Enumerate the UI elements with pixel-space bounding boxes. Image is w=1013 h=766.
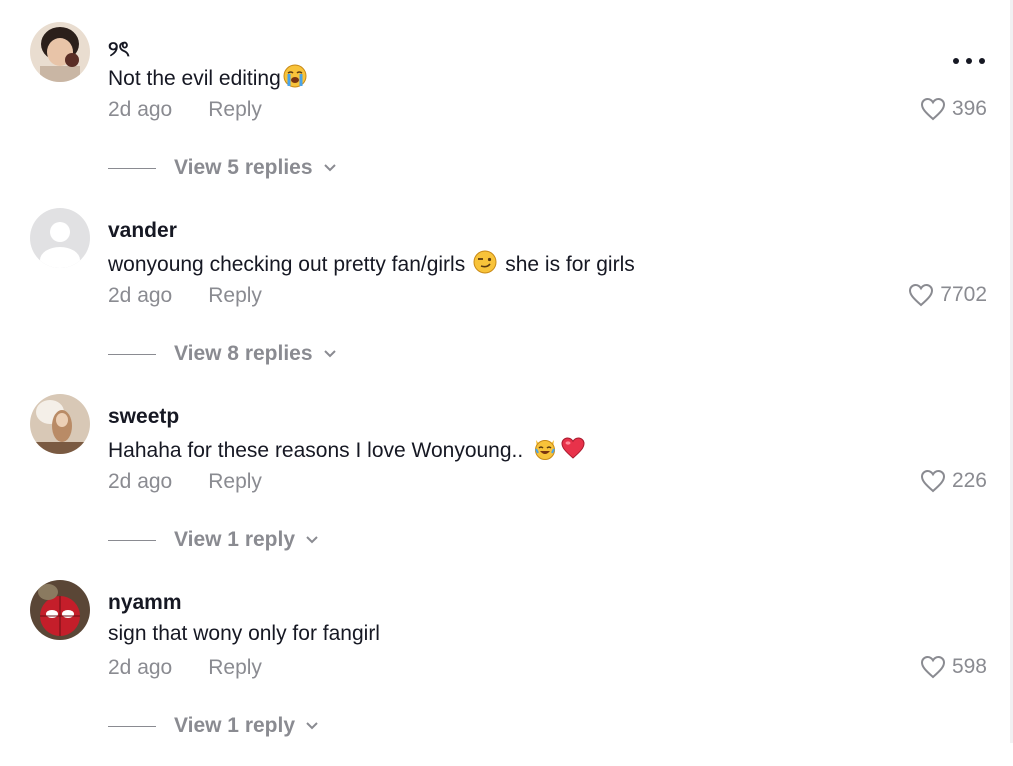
timestamp: 2d ago xyxy=(108,470,173,493)
comment-meta: 2d ago Reply xyxy=(108,656,262,680)
timestamp: 2d ago xyxy=(108,656,173,679)
like-button[interactable]: 598 xyxy=(920,654,987,680)
joy-cat-emoji-icon xyxy=(533,436,557,466)
like-count: 598 xyxy=(951,655,987,678)
comment-item: sweetp Hahaha for these reasons I love W… xyxy=(0,394,1013,580)
chevron-down-icon xyxy=(323,350,336,358)
comment-meta: 2d ago Reply xyxy=(108,284,262,308)
view-replies-label: View 1 reply xyxy=(174,714,296,737)
username[interactable]: ୨ৎ xyxy=(108,33,130,68)
like-button[interactable]: 7702 xyxy=(908,282,987,308)
like-count: 7702 xyxy=(940,283,987,306)
comment-meta: 2d ago Reply xyxy=(108,98,262,122)
heart-outline-icon xyxy=(920,97,945,121)
view-replies-button[interactable]: View 5 replies xyxy=(108,155,337,181)
more-options-icon[interactable] xyxy=(953,54,985,68)
chevron-down-icon xyxy=(306,536,318,544)
heart-emoji-icon xyxy=(561,437,585,465)
smirk-emoji-icon xyxy=(473,250,497,280)
username[interactable]: nyamm xyxy=(108,591,182,615)
reply-button[interactable]: Reply xyxy=(208,656,262,679)
divider xyxy=(108,167,156,169)
view-replies-label: View 8 replies xyxy=(174,342,313,365)
divider xyxy=(108,725,156,727)
heart-outline-icon xyxy=(909,283,934,307)
comment-text-content: sign that wony only for fangirl xyxy=(108,622,380,645)
like-button[interactable]: 226 xyxy=(920,468,987,494)
comment-text-content: Not the evil editing xyxy=(108,67,281,90)
avatar[interactable] xyxy=(30,208,90,268)
divider xyxy=(108,539,156,541)
chevron-down-icon xyxy=(306,722,318,730)
divider xyxy=(108,353,156,355)
view-replies-label: View 1 reply xyxy=(174,528,296,551)
comment-text-content: Hahaha for these reasons I love Wonyoung… xyxy=(108,439,524,462)
view-replies-button[interactable]: View 8 replies xyxy=(108,341,337,367)
comment-item: nyamm sign that wony only for fangirl 2d… xyxy=(0,580,1013,766)
view-replies-button[interactable]: View 1 reply xyxy=(108,527,319,553)
heart-outline-icon xyxy=(920,655,945,679)
heart-outline-icon xyxy=(920,469,945,493)
comment-text-content: wonyoung checking out pretty fan/girls xyxy=(108,253,466,276)
view-replies-label: View 5 replies xyxy=(174,156,313,179)
comment-meta: 2d ago Reply xyxy=(108,470,262,494)
reply-button[interactable]: Reply xyxy=(208,470,262,493)
reply-button[interactable]: Reply xyxy=(208,98,262,121)
like-count: 396 xyxy=(951,97,987,120)
view-replies-button[interactable]: View 1 reply xyxy=(108,713,319,739)
comment-text: Not the evil editing xyxy=(108,64,307,94)
like-button[interactable]: 396 xyxy=(920,96,987,122)
avatar[interactable] xyxy=(30,394,90,454)
comment-text: Hahaha for these reasons I love Wonyoung… xyxy=(108,436,585,466)
comment-text: wonyoung checking out pretty fan/girls s… xyxy=(108,250,635,280)
crying-emoji-icon xyxy=(283,64,307,94)
comment-item: vander wonyoung checking out pretty fan/… xyxy=(0,208,1013,394)
avatar[interactable] xyxy=(30,22,90,82)
like-count: 226 xyxy=(951,469,987,492)
username[interactable]: vander xyxy=(108,219,177,243)
chevron-down-icon xyxy=(323,164,336,172)
comment-text: sign that wony only for fangirl xyxy=(108,622,380,646)
comment-item: ୨ৎ Not the evil editing 2d ago Reply 396 … xyxy=(0,22,1013,208)
avatar[interactable] xyxy=(30,580,90,640)
reply-button[interactable]: Reply xyxy=(208,284,262,307)
comment-text-after: she is for girls xyxy=(505,253,635,276)
username[interactable]: sweetp xyxy=(108,405,179,429)
timestamp: 2d ago xyxy=(108,98,173,121)
timestamp: 2d ago xyxy=(108,284,173,307)
